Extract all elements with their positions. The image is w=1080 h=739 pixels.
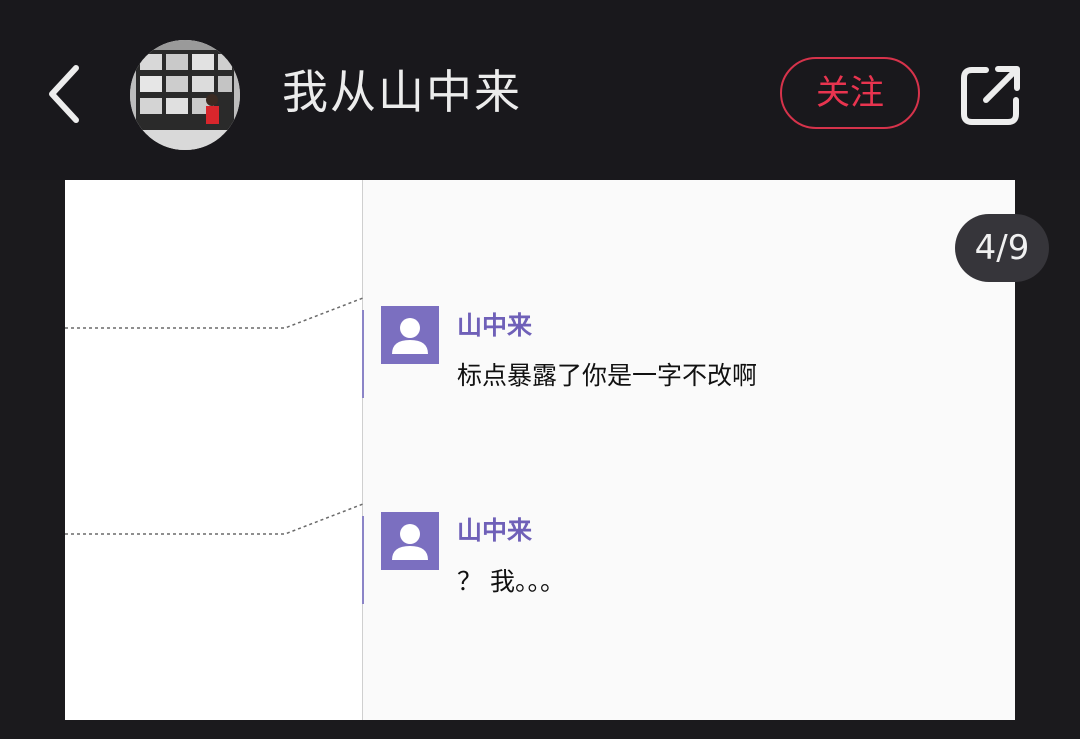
comment-connector-lines [65,297,364,535]
user-icon [392,524,428,560]
follow-button[interactable]: 关注 [780,57,920,129]
user-icon [392,318,428,354]
page-indicator: 4/9 [955,214,1049,282]
comment-avatar [381,512,439,570]
avatar-image [130,40,240,150]
comment-marker-bar [362,310,364,398]
comment-marker-bar [362,516,364,604]
image-viewer[interactable]: 山中来 标点暴露了你是一字不改啊 山中来 ？ 我。。。 [0,180,1080,739]
top-bar: 我从山中来 关注 [0,0,1080,180]
back-button[interactable] [38,60,94,130]
share-external-icon [961,66,1020,125]
comment-text: ？ 我。。。 [457,567,565,596]
avatar[interactable] [130,40,240,150]
comment-avatar [381,306,439,364]
comment-pane [363,180,1015,720]
chevron-left-icon [49,65,79,123]
comment-author: 山中来 [457,516,533,545]
comment-text: 标点暴露了你是一字不改啊 [457,361,758,390]
page-title: 我从山中来 [282,65,522,119]
share-button[interactable] [960,64,1022,126]
comment-author: 山中来 [457,311,533,340]
screenshot-image: 山中来 标点暴露了你是一字不改啊 山中来 ？ 我。。。 [65,180,1015,720]
